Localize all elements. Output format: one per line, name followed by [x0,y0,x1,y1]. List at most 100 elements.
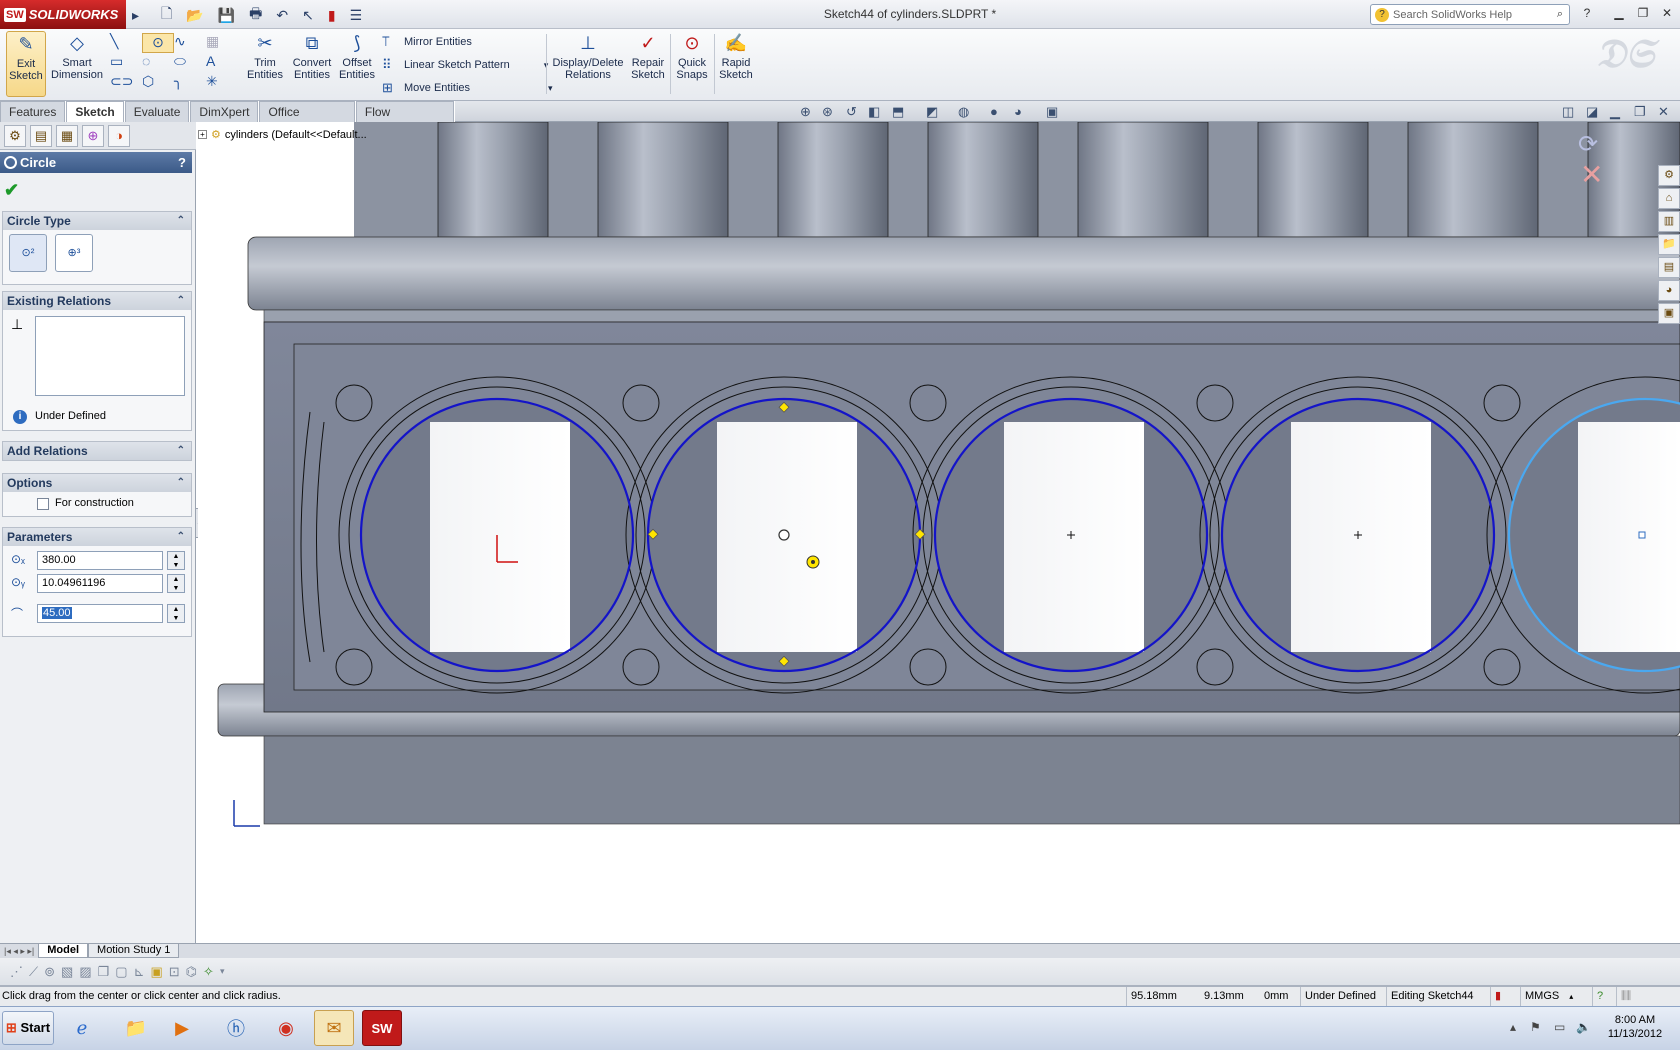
ok-check-icon[interactable]: ✔ [4,180,19,201]
tab-dimxpert[interactable]: DimXpert [190,101,259,122]
tab-evaluate[interactable]: Evaluate [124,101,190,122]
internet-explorer-icon[interactable]: ℯ [62,1010,102,1046]
display-style-icon[interactable]: ◩ [926,104,938,120]
menu-arrow-icon[interactable]: ▸ [132,7,139,24]
center-y-spinner[interactable]: ▲ ▼ [167,574,185,593]
system-clock[interactable]: 8:00 AM 11/13/2012 [1600,1013,1670,1041]
center-y-input[interactable]: 10.04961196 [37,574,163,593]
solidworks-logo[interactable]: SW SOLIDWORKS [0,0,126,29]
smart-tool-icon[interactable]: ✧ [203,964,214,980]
display-delete-relations-button[interactable]: ⊥ Display/Delete Relations [550,31,626,97]
start-button[interactable]: ⊞ Start [2,1011,54,1045]
sketch-3d-icon[interactable]: ⟋ [29,964,38,980]
hide-show-icon[interactable]: ◍ [958,104,969,120]
hp-icon[interactable]: ⓗ [216,1010,256,1046]
search-icon[interactable]: ⌕ [1557,8,1563,21]
viewport-minimize-icon[interactable]: ▁ [1610,104,1620,120]
tile-right-icon[interactable]: ◪ [1586,104,1598,120]
block-icon[interactable]: ▨ [79,964,91,980]
relations-list[interactable] [35,316,185,396]
dropdown-icon[interactable]: ▾ [220,966,225,977]
select-arrow-icon[interactable]: ↖ [302,7,314,24]
view-palette-icon[interactable]: ▤ [1658,257,1680,278]
mirror-entities-button[interactable]: ⟙ Mirror Entities [382,32,472,52]
media-player-icon[interactable]: ▶ [162,1010,202,1046]
previous-view-icon[interactable]: ↺ [846,104,857,120]
open-folder-icon[interactable]: 📂 [186,7,203,24]
close-icon[interactable]: ✕ [1658,6,1676,22]
arc-icon[interactable]: ◌ [142,53,174,73]
group-header[interactable]: Parameters ⌃ [3,528,191,546]
layer-icon[interactable]: ▢ [115,964,127,980]
rectangle-icon[interactable]: ▭ [110,53,142,73]
tray-expand-icon[interactable]: ▴ [1510,1020,1516,1034]
confirmation-corner-exit-icon[interactable]: ⟳ [1578,131,1598,158]
viewport-close-icon[interactable]: ✕ [1658,104,1669,120]
perimeter-circle-button[interactable]: ⊕³ [55,234,93,272]
new-document-icon[interactable]: 🗋 [161,3,172,27]
home-icon[interactable]: ⌂ [1658,188,1680,209]
design-library-icon[interactable]: ▥ [1658,211,1680,232]
custom-properties-icon[interactable]: ▣ [1658,303,1680,324]
zoom-area-icon[interactable]: ⊛ [822,104,833,120]
radius-spinner[interactable]: ▲ ▼ [167,604,185,623]
help-menu-icon[interactable]: ? [1578,6,1596,22]
repair-tool-icon[interactable]: ⌬ [186,964,197,980]
center-x-input[interactable]: 380.00 [37,551,163,570]
configuration-manager-icon[interactable]: ▦ [56,124,78,147]
tab-office-products[interactable]: Office Products [259,101,355,139]
collapse-icon[interactable]: ⌃ [177,292,185,310]
minimize-icon[interactable]: ▁ [1610,6,1628,22]
group-header[interactable]: Add Relations ⌃ [3,442,191,460]
rebuild-status-icon[interactable]: ▮ [1490,987,1512,1007]
check-sketch-icon[interactable]: ⊡ [169,964,180,980]
options-icon[interactable]: ☰ [350,7,363,24]
collapse-icon[interactable]: ⌃ [177,528,185,546]
group-header[interactable]: Existing Relations ⌃ [3,292,191,310]
print-icon[interactable]: 🖶 [249,3,262,27]
smart-dimension-button[interactable]: ◇ Smart Dimension [50,31,104,97]
model-viewport-svg[interactable]: ✕ ⟳ [198,122,1680,943]
sketch-picture-icon[interactable]: ▧ [61,964,73,980]
chrome-icon[interactable]: ◉ [266,1010,306,1046]
feature-tree-flyout[interactable]: + ⚙ cylinders (Default<<Default... [198,128,367,141]
resize-grip[interactable]: ⫼⫼ [1616,987,1680,1007]
file-explorer-icon[interactable]: 📁 [1658,234,1680,255]
fully-define-icon[interactable]: ▣ [150,964,162,980]
section-view-icon[interactable]: ◧ [868,104,880,120]
edit-appearance-icon[interactable]: ● [990,104,998,119]
units-selector[interactable]: MMGS ▴ [1520,987,1588,1007]
outlook-icon[interactable]: ✉ [314,1010,354,1046]
move-entities-button[interactable]: ⊞ Move Entities ▾ [382,78,553,98]
tab-sketch[interactable]: Sketch [66,101,124,122]
copy-icon[interactable]: ❐ [98,964,110,980]
tab-model[interactable]: Model [38,944,89,958]
tab-motion-study[interactable]: Motion Study 1 [88,944,180,958]
viewport-restore-icon[interactable]: ❐ [1634,104,1646,120]
axis-icon[interactable]: ⊾ [134,964,145,980]
point-icon[interactable]: ✳ [206,73,238,93]
offset-entities-button[interactable]: ⟆ Offset Entities [336,31,378,97]
grid-icon[interactable]: ▦ [206,33,238,53]
ellipse-icon[interactable]: ⬭ [174,53,206,73]
view-settings-icon[interactable]: ▣ [1046,104,1058,120]
polygon-icon[interactable]: ⬡ [142,73,174,93]
help-status-icon[interactable]: ? [1592,987,1612,1007]
for-construction-checkbox[interactable] [37,498,49,510]
tab-features[interactable]: Features [0,101,66,122]
restore-icon[interactable]: ❐ [1634,6,1652,22]
zoom-to-fit-icon[interactable]: ⊕ [800,104,811,120]
rebuild-icon[interactable]: ▮ [328,7,336,24]
exit-sketch-button[interactable]: ✎ Exit Sketch [6,31,46,97]
tab-scroll-icon[interactable]: |◂ ◂ ▸ ▸| [0,946,38,957]
feature-manager-icon[interactable]: ⚙ [4,124,26,147]
quick-snaps-button[interactable]: ⊙ Quick Snaps [672,31,712,97]
text-icon[interactable]: A [206,53,238,73]
line-icon[interactable]: ╲ [110,33,142,53]
trim-entities-button[interactable]: ✂ Trim Entities [242,31,288,97]
dimxpert-manager-icon[interactable]: ⊕ [82,124,104,147]
property-manager-icon[interactable]: ▤ [30,124,52,147]
search-input[interactable]: ? Search SolidWorks Help ⌕ [1370,4,1570,25]
tile-left-icon[interactable]: ◫ [1562,104,1574,120]
collapse-icon[interactable]: ⌃ [177,212,185,230]
